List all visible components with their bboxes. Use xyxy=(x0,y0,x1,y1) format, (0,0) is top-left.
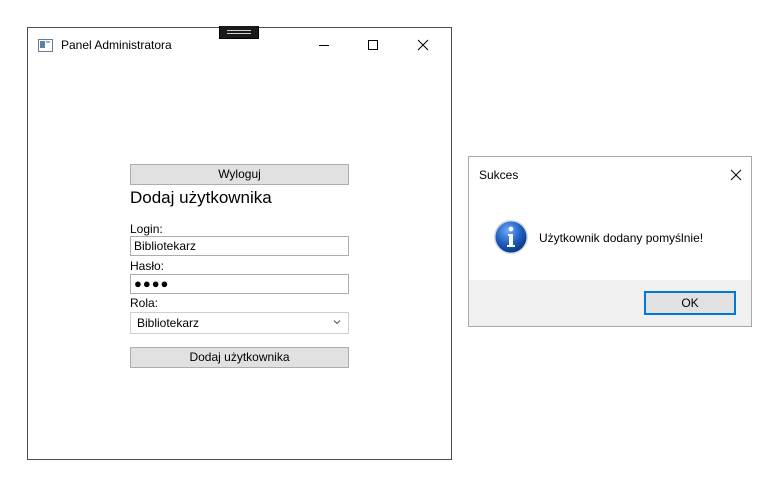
window-title: Panel Administratora xyxy=(61,38,172,52)
ok-button[interactable]: OK xyxy=(644,291,736,315)
password-label: Hasło: xyxy=(130,259,165,273)
role-select-value: Bibliotekarz xyxy=(137,316,200,330)
dialog-title: Sukces xyxy=(479,168,519,182)
maximize-icon xyxy=(368,40,378,50)
drag-handle[interactable] xyxy=(219,26,259,39)
form-heading: Dodaj użytkownika xyxy=(130,188,272,207)
close-icon xyxy=(730,169,742,181)
app-icon xyxy=(38,39,53,52)
dialog-close-button[interactable] xyxy=(721,163,751,187)
login-input[interactable]: Bibliotekarz xyxy=(130,236,349,256)
dialog-footer: OK xyxy=(469,280,751,326)
role-label: Rola: xyxy=(130,296,159,310)
dialog-message: Użytkownik dodany pomyślnie! xyxy=(539,231,704,245)
add-user-button[interactable]: Dodaj użytkownika xyxy=(130,347,349,368)
minimize-button[interactable] xyxy=(301,28,347,61)
info-icon xyxy=(494,220,528,254)
login-label: Login: xyxy=(130,222,163,236)
success-dialog: Sukces Użytkownik dodany pomyślnie! OK xyxy=(468,156,752,327)
maximize-button[interactable] xyxy=(350,28,396,61)
title-bar[interactable]: Panel Administratora xyxy=(28,26,451,62)
logout-button[interactable]: Wyloguj xyxy=(130,164,349,185)
admin-panel-window: Panel Administratora Wyloguj Dodaj użytk… xyxy=(27,26,452,460)
minimize-icon xyxy=(319,45,329,46)
role-select[interactable]: Bibliotekarz xyxy=(130,312,349,334)
close-icon xyxy=(417,39,429,51)
close-button[interactable] xyxy=(400,28,446,61)
password-input[interactable]: ●●●● xyxy=(130,274,349,294)
chevron-down-icon xyxy=(333,320,341,325)
